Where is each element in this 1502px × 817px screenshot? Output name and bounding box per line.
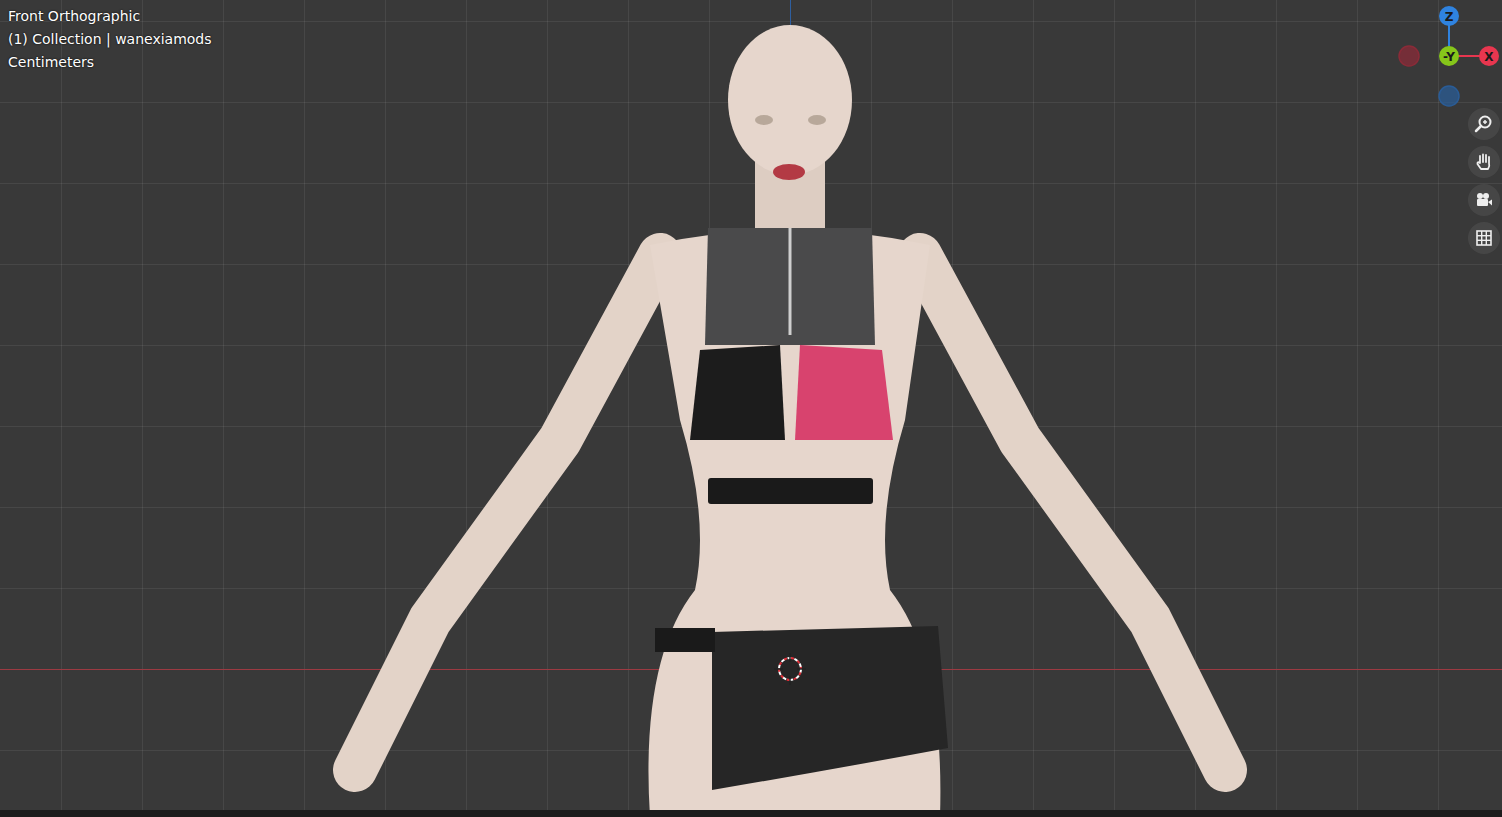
- belt: [708, 478, 873, 504]
- eye-right: [808, 115, 826, 125]
- eye-left: [755, 115, 773, 125]
- svg-text:-Y: -Y: [1443, 50, 1455, 64]
- character-model[interactable]: [0, 0, 1502, 817]
- 3d-cursor-icon[interactable]: [774, 653, 806, 685]
- bra-right: [795, 345, 893, 440]
- zipper: [789, 228, 792, 335]
- zoom-button[interactable]: [1468, 108, 1500, 140]
- bra-left: [690, 345, 785, 440]
- strap: [655, 628, 715, 652]
- gizmo-center-axis[interactable]: -Y: [1439, 46, 1459, 66]
- 3d-viewport[interactable]: Front Orthographic (1) Collection | wane…: [0, 0, 1502, 817]
- view-name: Front Orthographic: [8, 5, 212, 28]
- pan-button[interactable]: [1468, 146, 1500, 178]
- gizmo-axis[interactable]: [1439, 86, 1459, 106]
- hand-icon: [1474, 152, 1494, 172]
- skirt: [712, 626, 948, 790]
- collection-name: (1) Collection | wanexiamods: [8, 28, 212, 51]
- viewport-info: Front Orthographic (1) Collection | wane…: [8, 5, 212, 74]
- grid-icon: [1474, 228, 1494, 248]
- svg-text:Z: Z: [1445, 10, 1454, 24]
- lips: [773, 164, 805, 180]
- gizmo-axis[interactable]: X: [1479, 46, 1499, 66]
- top: [705, 228, 875, 345]
- magnifier-icon: [1474, 114, 1494, 134]
- gizmo-axis[interactable]: [1399, 46, 1419, 66]
- bottom-bar: [0, 810, 1502, 817]
- camera-icon: [1474, 190, 1494, 210]
- grid-button[interactable]: [1468, 222, 1500, 254]
- gizmo-axis[interactable]: Z: [1439, 6, 1459, 26]
- units: Centimeters: [8, 51, 212, 74]
- navigation-gizmo[interactable]: Z X -Y: [1390, 0, 1502, 120]
- camera-button[interactable]: [1468, 184, 1500, 216]
- head: [728, 25, 852, 175]
- svg-text:X: X: [1484, 50, 1494, 64]
- right-arm: [920, 255, 1225, 770]
- navigation-tools: [1468, 108, 1500, 254]
- left-arm: [355, 255, 660, 770]
